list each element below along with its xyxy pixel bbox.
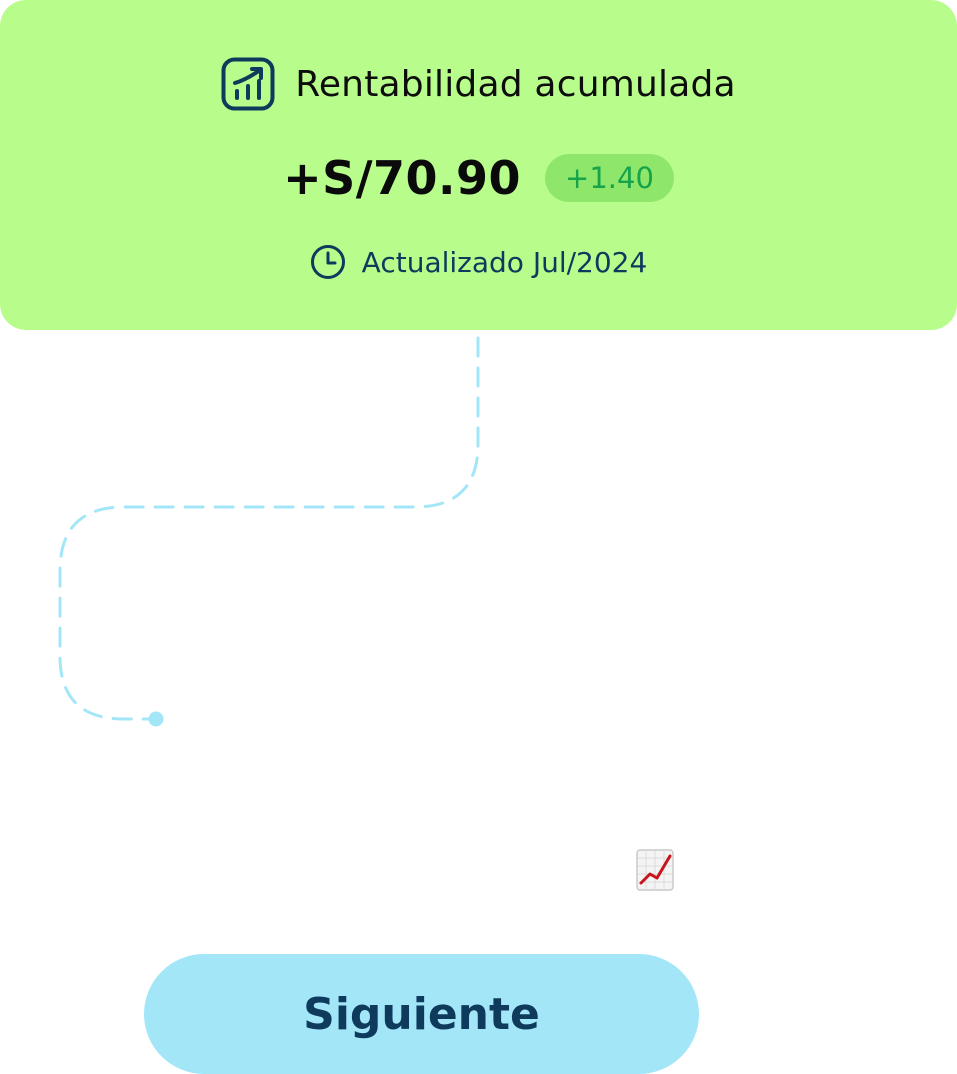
card-title: Rentabilidad acumulada <box>295 63 736 105</box>
card-header: Rentabilidad acumulada <box>0 56 957 112</box>
delta-badge: +1.40 <box>545 154 674 202</box>
updated-row: Actualizado Jul/2024 <box>0 242 957 282</box>
path-end-dot <box>148 711 164 727</box>
chart-increasing-emoji <box>636 849 674 891</box>
chart-growth-icon <box>221 57 275 111</box>
summary-card: Rentabilidad acumulada +S/70.90 +1.40 Ac… <box>0 0 957 330</box>
clock-icon <box>310 245 345 279</box>
accumulated-amount: +S/70.90 <box>283 151 522 205</box>
next-button[interactable]: Siguiente <box>144 954 699 1074</box>
amount-row: +S/70.90 +1.40 <box>0 150 957 206</box>
updated-date-label: Actualizado Jul/2024 <box>361 245 648 279</box>
